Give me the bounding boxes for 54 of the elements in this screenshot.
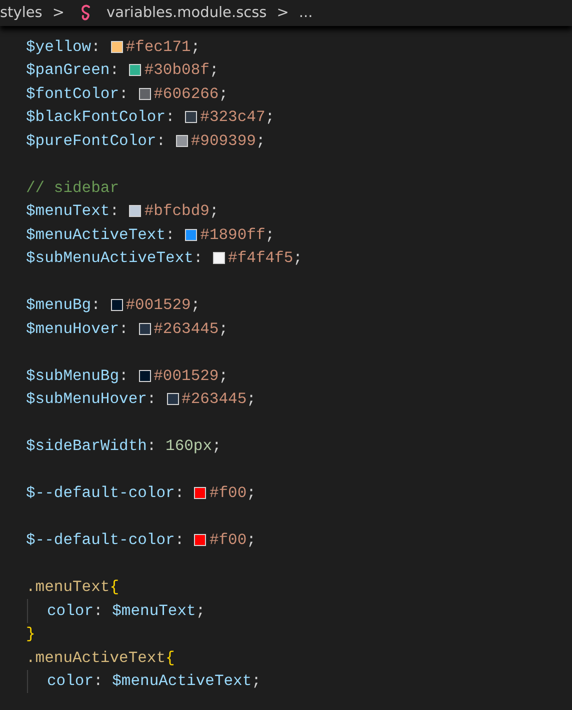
color-swatch[interactable] <box>129 64 142 76</box>
color-swatch[interactable] <box>129 205 142 218</box>
color-swatch[interactable] <box>213 252 226 264</box>
color-swatch[interactable] <box>138 322 151 335</box>
color-swatch[interactable] <box>166 393 179 406</box>
code-text: $blackFontColor: <box>26 108 176 126</box>
code-text: } <box>26 625 36 644</box>
color-swatch[interactable] <box>194 534 206 546</box>
color-swatch[interactable] <box>176 134 188 147</box>
color-swatch[interactable] <box>138 370 151 382</box>
code-text: color: $menuText; <box>47 602 206 620</box>
breadcrumb-file[interactable]: variables.module.scss <box>106 5 267 21</box>
code-text: #001529; <box>126 296 200 314</box>
code-text: $sideBarWidth: 160px; <box>26 437 222 456</box>
color-swatch[interactable] <box>185 111 198 124</box>
code-text: $menuText: <box>26 202 120 220</box>
code-text: $--default-color: <box>26 484 186 502</box>
code-text: .menuText{ <box>26 578 120 596</box>
code-text: #f00; <box>209 484 256 502</box>
code-text: #f00; <box>209 531 256 550</box>
breadcrumb-separator: > <box>52 5 64 21</box>
breadcrumb-separator: > <box>276 5 289 21</box>
breadcrumb-more[interactable]: ... <box>298 5 313 21</box>
code-text: $menuActiveText: <box>26 226 176 244</box>
code-text: $pureFontColor: <box>26 132 167 150</box>
code-text: $menuHover: <box>26 320 130 338</box>
breadcrumb-folder[interactable]: styles <box>0 5 42 21</box>
code-text: #606266; <box>154 84 228 103</box>
code-text: $panGreen: <box>26 61 120 80</box>
code-text: $fontColor: <box>26 84 130 103</box>
code-text: .menuActiveText{ <box>26 648 175 667</box>
code-text: #001529; <box>154 366 228 385</box>
code-text: $subMenuHover: <box>26 390 158 408</box>
code-text: $--default-color: <box>26 531 186 550</box>
code-text: #fec171; <box>126 38 200 56</box>
code-text: $subMenuBg: <box>26 366 130 385</box>
code-text: #f4f4f5; <box>228 249 302 268</box>
color-swatch[interactable] <box>110 40 123 53</box>
code-text: $menuBg: <box>26 296 102 314</box>
color-swatch[interactable] <box>194 487 206 500</box>
code-text: $subMenuActiveText: <box>26 249 204 268</box>
code-text: color: $menuActiveText; <box>47 672 261 690</box>
code-text: #30b08f; <box>144 61 219 80</box>
code-text: #263445; <box>182 390 256 408</box>
code-text: #bfcbd9; <box>144 202 219 220</box>
code-text: #263445; <box>154 320 228 338</box>
color-swatch[interactable] <box>110 299 123 312</box>
code-text: #323c47; <box>200 108 275 126</box>
code-text: $yellow: <box>26 38 102 56</box>
code-text: #909399; <box>190 132 266 150</box>
code-text: // sidebar <box>26 178 120 197</box>
color-swatch[interactable] <box>138 88 151 100</box>
color-swatch[interactable] <box>185 228 198 241</box>
code-text: #1890ff; <box>200 226 275 244</box>
